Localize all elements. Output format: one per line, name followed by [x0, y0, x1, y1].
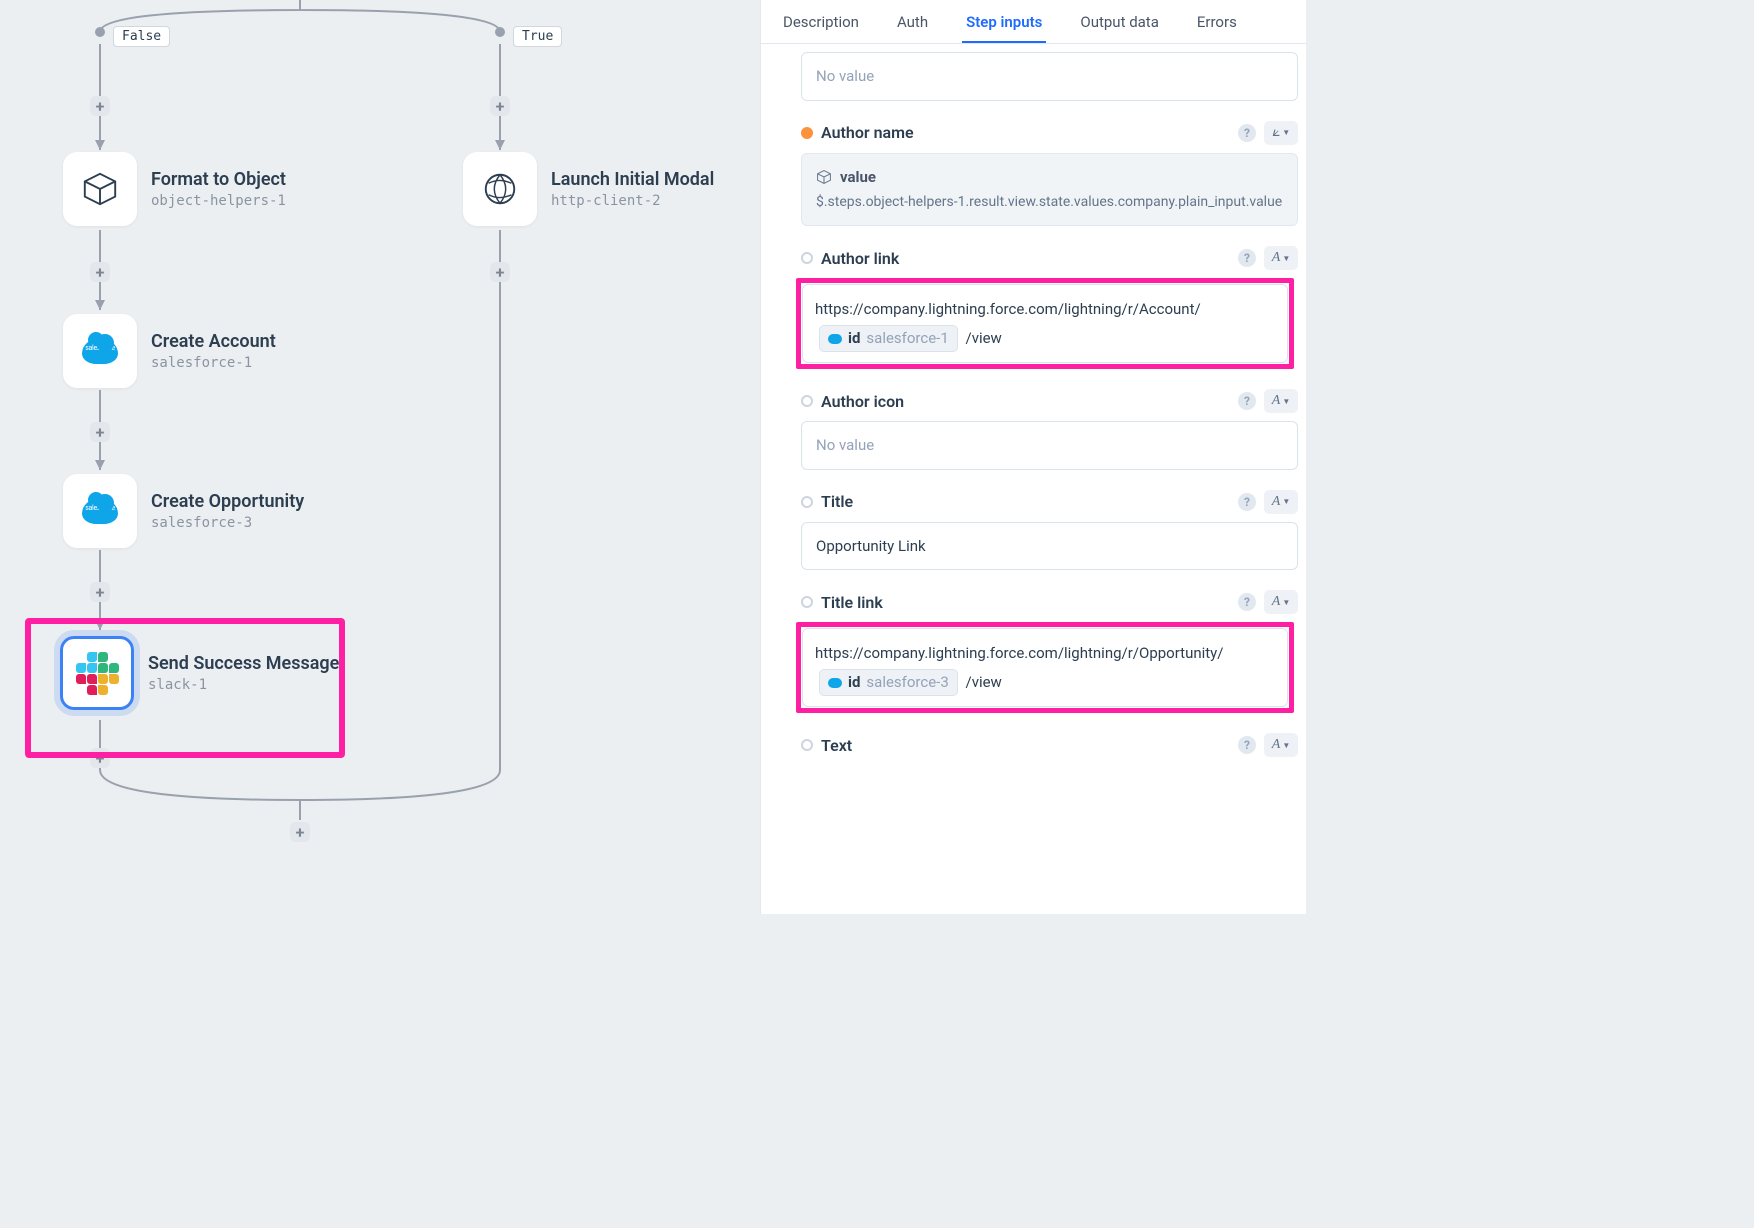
- salesforce-icon: [828, 334, 842, 344]
- help-icon[interactable]: ?: [1238, 736, 1256, 754]
- field-text: Text ? A ▼: [801, 733, 1298, 757]
- node-sub: object-helpers-1: [151, 193, 286, 209]
- add-step-icon[interactable]: +: [90, 748, 110, 768]
- add-step-icon[interactable]: +: [90, 422, 110, 442]
- tab-auth[interactable]: Auth: [893, 3, 932, 43]
- field-label: Author name: [821, 123, 1230, 142]
- help-icon[interactable]: ?: [1238, 392, 1256, 410]
- type-chip[interactable]: A ▼: [1264, 733, 1298, 757]
- field-title-link: Title link ? A ▼ https://company.lightni…: [801, 590, 1298, 713]
- cube-icon: value: [816, 166, 1283, 189]
- node-create-account[interactable]: salesforce Create Account salesforce-1: [63, 314, 276, 388]
- salesforce-icon: salesforce: [63, 474, 137, 548]
- node-sub: slack-1: [148, 677, 339, 693]
- tab-step-inputs[interactable]: Step inputs: [962, 3, 1046, 43]
- add-step-icon[interactable]: +: [90, 262, 110, 282]
- value-binding-box[interactable]: value $.steps.object-helpers-1.result.vi…: [801, 153, 1298, 227]
- url-text: https://company.lightning.force.com/ligh…: [815, 644, 1223, 662]
- field-label: Text: [821, 736, 1230, 755]
- url-text: /view: [966, 673, 1002, 691]
- add-step-icon[interactable]: +: [490, 262, 510, 282]
- field-label: Author link: [821, 249, 1230, 268]
- type-chip[interactable]: A ▼: [1264, 246, 1298, 270]
- add-step-icon[interactable]: +: [90, 96, 110, 116]
- variable-pill[interactable]: id salesforce-1: [819, 325, 958, 352]
- node-create-opportunity[interactable]: salesforce Create Opportunity salesforce…: [63, 474, 304, 548]
- node-title: Format to Object: [151, 169, 286, 190]
- variable-pill[interactable]: id salesforce-3: [819, 669, 958, 696]
- title-link-input[interactable]: https://company.lightning.force.com/ligh…: [802, 628, 1288, 707]
- type-chip[interactable]: A ▼: [1264, 490, 1298, 514]
- json-path: $.steps.object-helpers-1.result.view.sta…: [816, 192, 1283, 213]
- globe-icon: [463, 152, 537, 226]
- node-sub: http-client-2: [551, 193, 714, 209]
- node-title: Create Account: [151, 331, 276, 352]
- type-chip[interactable]: ⟀ ▼: [1264, 121, 1298, 145]
- add-step-icon[interactable]: +: [290, 822, 310, 842]
- inspector-tabs: Description Auth Step inputs Output data…: [761, 0, 1306, 44]
- workflow-canvas[interactable]: False True + + + + + + + + Format to Obj…: [0, 0, 760, 914]
- help-icon[interactable]: ?: [1238, 124, 1256, 142]
- node-sub: salesforce-1: [151, 355, 276, 371]
- node-title: Launch Initial Modal: [551, 169, 714, 190]
- title-input[interactable]: Opportunity Link: [801, 522, 1298, 571]
- salesforce-icon: salesforce: [63, 314, 137, 388]
- field-label: Author icon: [821, 392, 1230, 411]
- help-icon[interactable]: ?: [1238, 593, 1256, 611]
- tab-output-data[interactable]: Output data: [1076, 3, 1163, 43]
- node-title: Create Opportunity: [151, 491, 304, 512]
- author-link-input[interactable]: https://company.lightning.force.com/ligh…: [802, 284, 1288, 363]
- branch-label-true: True: [513, 26, 562, 47]
- slack-icon: [60, 636, 134, 710]
- url-text: /view: [966, 329, 1002, 347]
- tab-description[interactable]: Description: [779, 3, 863, 43]
- salesforce-icon: [828, 678, 842, 688]
- tab-errors[interactable]: Errors: [1193, 3, 1241, 43]
- type-chip[interactable]: A ▼: [1264, 590, 1298, 614]
- type-chip[interactable]: A ▼: [1264, 389, 1298, 413]
- field-author-icon: Author icon ? A ▼ No value: [801, 389, 1298, 470]
- status-dot-icon: [801, 127, 813, 139]
- status-dot-icon: [801, 496, 813, 508]
- field-label: Title link: [821, 593, 1230, 612]
- node-launch-modal[interactable]: Launch Initial Modal http-client-2: [463, 152, 714, 226]
- url-text: https://company.lightning.force.com/ligh…: [815, 300, 1201, 318]
- node-title: Send Success Message: [148, 653, 339, 674]
- node-sub: salesforce-3: [151, 515, 304, 531]
- status-dot-icon: [801, 739, 813, 751]
- node-send-success-message[interactable]: Send Success Message slack-1: [60, 636, 339, 710]
- inspector-panel: Description Auth Step inputs Output data…: [760, 0, 1306, 914]
- branch-label-false: False: [113, 26, 170, 47]
- cube-icon: [63, 152, 137, 226]
- field-title: Title ? A ▼ Opportunity Link: [801, 490, 1298, 571]
- add-step-icon[interactable]: +: [90, 582, 110, 602]
- author-icon-input[interactable]: No value: [801, 421, 1298, 470]
- status-dot-icon: [801, 252, 813, 264]
- field-input-novalue[interactable]: No value: [801, 52, 1298, 101]
- help-icon[interactable]: ?: [1238, 493, 1256, 511]
- field-author-name: Author name ? ⟀ ▼ value $.steps.object-h…: [801, 121, 1298, 227]
- help-icon[interactable]: ?: [1238, 249, 1256, 267]
- field-label: Title: [821, 492, 1230, 511]
- node-format-to-object[interactable]: Format to Object object-helpers-1: [63, 152, 286, 226]
- field-author-link: Author link ? A ▼ https://company.lightn…: [801, 246, 1298, 369]
- status-dot-icon: [801, 395, 813, 407]
- status-dot-icon: [801, 596, 813, 608]
- add-step-icon[interactable]: +: [490, 96, 510, 116]
